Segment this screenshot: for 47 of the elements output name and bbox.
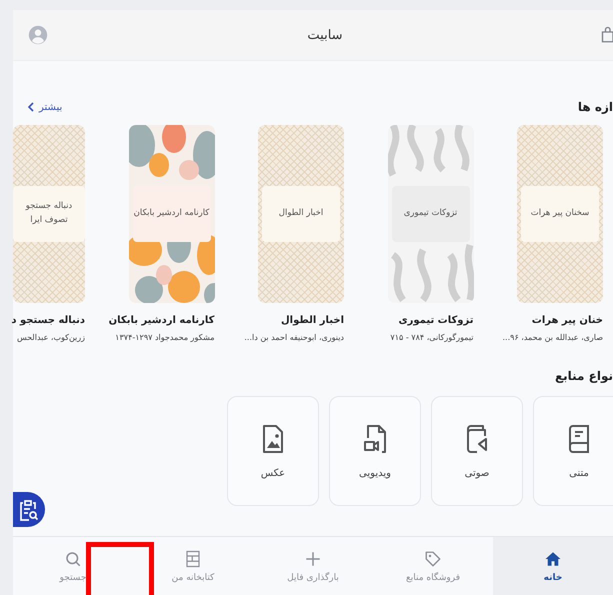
highlight-frame (86, 542, 154, 595)
tag-icon (424, 550, 442, 568)
book-cover[interactable]: سخنان پیر هرات (517, 125, 603, 303)
book-author: مشکور محمدجواد ۱۲۹۷-۱۳۷۴ (115, 332, 214, 344)
app-title: سابیت (307, 28, 343, 42)
section-title: نواع منابع (554, 369, 613, 383)
plus-icon (304, 550, 322, 568)
chevron-left-icon (27, 102, 35, 112)
book-cover[interactable]: تزوکات تیموری (388, 125, 474, 303)
book-title[interactable]: خنان پیر هرات (532, 313, 603, 328)
book-author: صاری، عبدالله بن محمد، ۹۶... (502, 332, 603, 344)
resource-type-card[interactable]: عکس (227, 396, 319, 506)
home-icon (544, 550, 562, 568)
book-title[interactable]: کارنامه اردشیر بابکان (108, 313, 214, 328)
video-file-icon (363, 424, 387, 454)
resource-type-label: عکس (260, 468, 286, 478)
resource-type-card[interactable]: متنی (533, 396, 613, 506)
book-title[interactable]: دنباله جستجو د (11, 313, 85, 328)
image-file-icon (261, 424, 285, 454)
resource-type-label: ویدیویی (359, 468, 391, 478)
resource-type-card[interactable]: ویدیویی (329, 396, 421, 506)
more-link[interactable]: بیشتر (27, 102, 62, 112)
cover-title: سخنان پیر هرات (521, 186, 599, 242)
bookshelf-icon (184, 550, 202, 568)
report-button[interactable] (13, 492, 45, 527)
book-cover[interactable]: دنباله جستجو تصوف ایرا (13, 125, 85, 303)
resource-type-label: متنی (569, 468, 589, 478)
cover-title: اخبار الطوال (262, 186, 340, 242)
section-title: ازه ها (578, 100, 613, 114)
resource-type-label: صوتی (464, 468, 490, 478)
cover-title: تزوکات تیموری (392, 186, 470, 242)
search-icon (64, 550, 82, 568)
book-cover[interactable]: اخبار الطوال (258, 125, 344, 303)
book-author: دینوری، ابوحنیفه احمد بن دا... (244, 332, 344, 344)
cover-title: دنباله جستجو تصوف ایرا (13, 186, 85, 242)
cover-title: کارنامه اردشیر بابکان (132, 186, 210, 242)
book-title[interactable]: اخبار الطوال (280, 313, 344, 328)
book-author: تیمورگورکانی، ۷۸۴ - ۷۱۵ (390, 332, 474, 344)
nav-tab[interactable]: خانه (493, 537, 613, 595)
book-title[interactable]: تزوکات تیموری (398, 313, 474, 328)
book-author: زرین‌کوب، عبدالحس (16, 332, 85, 344)
user-icon[interactable] (27, 24, 49, 46)
audio-file-icon (465, 424, 489, 454)
clipboard-search-icon (20, 498, 38, 520)
resource-type-card[interactable]: صوتی (431, 396, 523, 506)
book-icon (567, 424, 591, 454)
book-cover[interactable]: کارنامه اردشیر بابکان (128, 125, 214, 303)
